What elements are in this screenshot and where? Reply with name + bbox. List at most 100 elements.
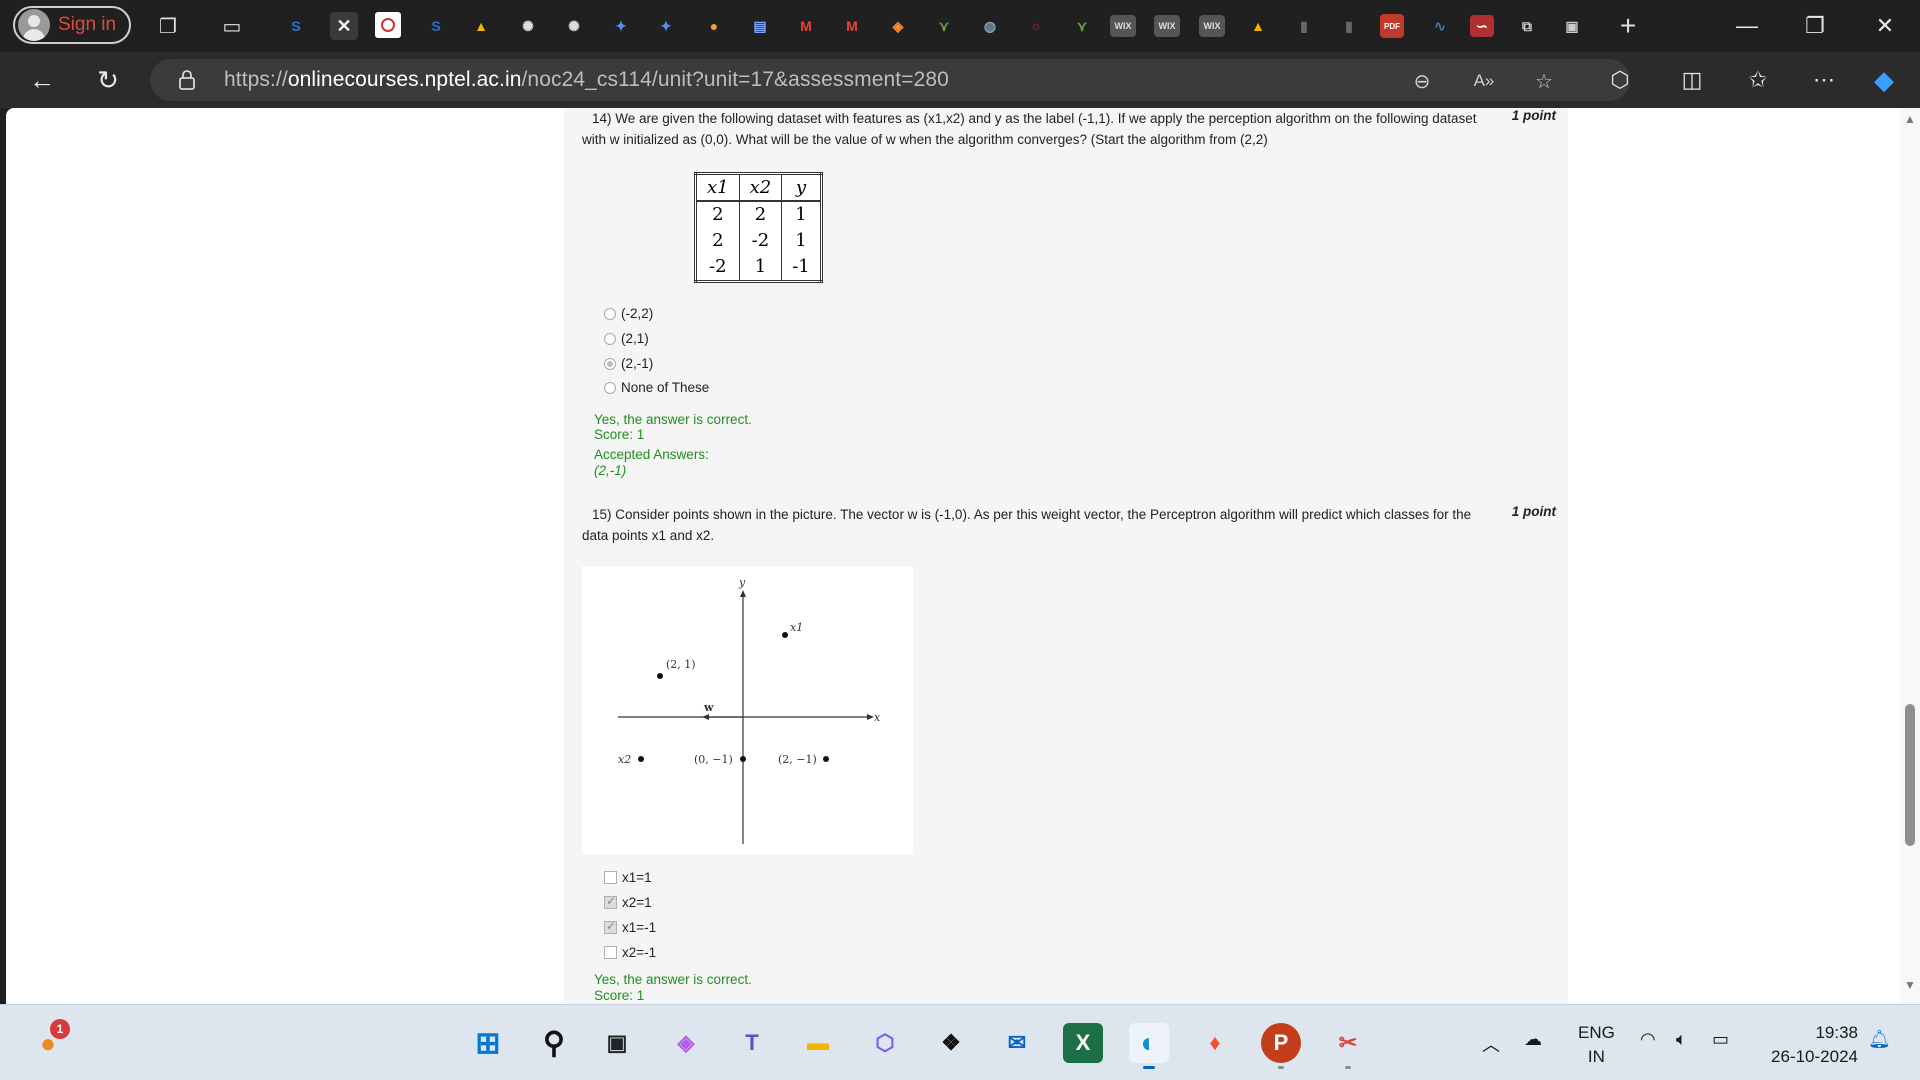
scrollbar-thumb[interactable] — [1905, 704, 1915, 846]
split-screen-icon[interactable]: ◫ — [1676, 64, 1708, 96]
page-scrollbar[interactable]: ▲ ▼ — [1900, 108, 1920, 1004]
notifications-bell-icon[interactable]: 🔔︎ — [1868, 1029, 1891, 1050]
more-menu-icon[interactable]: ⋯ — [1808, 64, 1840, 96]
copilot-taskbar-icon[interactable]: ◈ — [666, 1023, 706, 1063]
tab-blue-icon[interactable]: ∿ — [1426, 12, 1454, 40]
scroll-up-arrow-icon[interactable]: ▲ — [1904, 112, 1916, 126]
lock-icon[interactable] — [178, 70, 196, 90]
tab-drive-icon-2[interactable]: ▲ — [1244, 12, 1272, 40]
restore-icon[interactable]: ❐ — [1786, 0, 1844, 52]
tab-dark-icon[interactable]: ▮ — [1290, 12, 1318, 40]
radio-button[interactable] — [604, 381, 616, 394]
mail-icon[interactable]: ✉ — [997, 1023, 1037, 1063]
sign-in-button[interactable]: Sign in — [13, 6, 131, 44]
read-aloud-icon[interactable]: A» — [1470, 68, 1498, 94]
extensions-icon[interactable]: ⬡ — [1604, 64, 1636, 96]
show-hidden-icons-chevron-icon[interactable]: ︿ — [1482, 1031, 1500, 1057]
y-axis-arrowhead — [740, 590, 746, 597]
radio-button-selected[interactable] — [604, 357, 616, 370]
tab-sign-icon[interactable]: ∽ — [1470, 15, 1494, 37]
tab-wix-icon[interactable]: WIX — [1110, 15, 1136, 37]
q15-option-1[interactable]: x1=1 — [604, 870, 652, 885]
new-tab-icon[interactable]: + — [1612, 10, 1644, 42]
tab-chatgpt-icon[interactable]: ✺ — [514, 12, 542, 40]
url-text[interactable]: https://onlinecourses.nptel.ac.in/noc24_… — [224, 68, 949, 92]
language-indicator[interactable]: ENG IN — [1578, 1021, 1615, 1069]
tab-green-icon[interactable]: ⋎ — [930, 12, 958, 40]
tab-gmail-icon[interactable]: M — [792, 12, 820, 40]
q15-option-3[interactable]: x1=-1 — [604, 919, 656, 935]
checkbox-checked[interactable] — [604, 919, 617, 934]
close-window-icon[interactable]: ✕ — [1856, 0, 1914, 52]
q14-option-4[interactable]: None of These — [604, 380, 709, 395]
refresh-icon[interactable]: ↻ — [88, 62, 128, 98]
zoom-out-icon[interactable]: ⊖ — [1408, 68, 1436, 94]
clock[interactable]: 19:38 26-10-2024 — [1771, 1021, 1858, 1069]
tab-drive-icon[interactable]: ▲ — [467, 12, 495, 40]
q14-option-2[interactable]: (2,1) — [604, 331, 649, 346]
teams-icon[interactable]: T — [732, 1023, 772, 1063]
tab-emoji-icon[interactable]: ● — [700, 12, 728, 40]
brave-icon[interactable]: ♦ — [1195, 1023, 1235, 1063]
start-windows-icon[interactable]: ⊞ — [468, 1023, 508, 1063]
table-header: x1 — [695, 173, 740, 202]
tab-pdf-icon[interactable]: PDF — [1380, 14, 1404, 38]
tab-s-app[interactable]: S — [282, 12, 310, 40]
tab-gemini-icon-2[interactable]: ✦ — [652, 12, 680, 40]
tab-dark-icon-2[interactable]: ▮ — [1335, 12, 1363, 40]
scroll-down-arrow-icon[interactable]: ▼ — [1904, 978, 1916, 992]
tab-gemini-icon[interactable]: ✦ — [607, 12, 635, 40]
workspaces-icon[interactable]: ❐ — [152, 10, 184, 42]
tab-docs-icon[interactable]: ▤ — [746, 12, 774, 40]
table-cell: -2 — [709, 256, 727, 277]
tab-collections-icon[interactable]: ▣ — [1558, 12, 1586, 40]
dropbox-icon[interactable]: ❖ — [931, 1023, 971, 1063]
tab-badge: WIX — [1158, 21, 1176, 31]
task-view-icon[interactable]: ▣ — [597, 1023, 637, 1063]
onedrive-cloud-icon[interactable]: ☁ — [1524, 1029, 1542, 1050]
back-arrow-icon[interactable]: ← — [22, 62, 62, 98]
tab-green-icon-2[interactable]: ⋎ — [1068, 12, 1096, 40]
copilot-icon[interactable]: ◆ — [1868, 64, 1900, 96]
tab-s-app-2[interactable]: S — [422, 12, 450, 40]
tab-wix-icon-2[interactable]: WIX — [1154, 15, 1180, 37]
battery-icon[interactable]: ▭ — [1712, 1029, 1729, 1050]
tab-red-icon[interactable]: ○ — [1022, 12, 1050, 40]
address-bar[interactable]: https://onlinecourses.nptel.ac.in/noc24_… — [150, 59, 1630, 101]
edge-browser-icon[interactable]: ◐ — [1129, 1023, 1169, 1069]
table-row: 2 2 1 — [696, 201, 822, 228]
favorite-star-icon[interactable]: ☆ — [1530, 68, 1558, 94]
tab-globe-icon[interactable]: ◍ — [976, 12, 1004, 40]
tab-actions-icon[interactable]: ▭ — [216, 10, 248, 42]
tab-nptel-icon[interactable] — [375, 12, 401, 38]
q14-option-3[interactable]: (2,-1) — [604, 356, 653, 371]
q14-option-1[interactable]: (-2,2) — [604, 306, 653, 321]
radio-button[interactable] — [604, 307, 616, 320]
minimize-icon[interactable]: — — [1718, 0, 1776, 52]
tab-chatgpt-icon-2[interactable]: ✺ — [560, 12, 588, 40]
tab-copy-icon[interactable]: ⧉ — [1513, 12, 1541, 40]
tab-copilot-icon[interactable]: ◈ — [884, 12, 912, 40]
tab-wix-icon-3[interactable]: WIX — [1199, 15, 1225, 37]
snipping-tool-icon[interactable]: ✂ — [1328, 1023, 1368, 1069]
weather-widget-icon[interactable]: ● 1 — [28, 1019, 70, 1063]
wifi-icon[interactable]: ◠ — [1640, 1029, 1656, 1050]
q15-option-4[interactable]: x2=-1 — [604, 945, 656, 960]
favorites-icon[interactable]: ✩ — [1742, 64, 1774, 96]
table-header: x2 — [738, 173, 782, 202]
excel-icon[interactable]: X — [1063, 1023, 1103, 1063]
copilot-app-icon[interactable]: ⬡ — [865, 1023, 905, 1063]
search-icon[interactable]: ⚲ — [534, 1023, 574, 1063]
powerpoint-icon[interactable]: P — [1261, 1023, 1301, 1069]
file-explorer-icon[interactable]: ▬ — [798, 1023, 838, 1063]
q15-option-2[interactable]: x2=1 — [604, 894, 652, 910]
tab-gmail-icon-2[interactable]: M — [838, 12, 866, 40]
volume-icon[interactable]: 🔈︎ — [1676, 1029, 1687, 1050]
question-14-text: 14) We are given the following dataset w… — [582, 108, 1482, 150]
checkbox[interactable] — [604, 946, 617, 959]
tab-close-icon[interactable]: ✕ — [330, 12, 358, 40]
option-label: x2=-1 — [622, 945, 657, 960]
checkbox-checked[interactable] — [604, 894, 617, 909]
checkbox[interactable] — [604, 871, 617, 884]
radio-button[interactable] — [604, 332, 616, 345]
